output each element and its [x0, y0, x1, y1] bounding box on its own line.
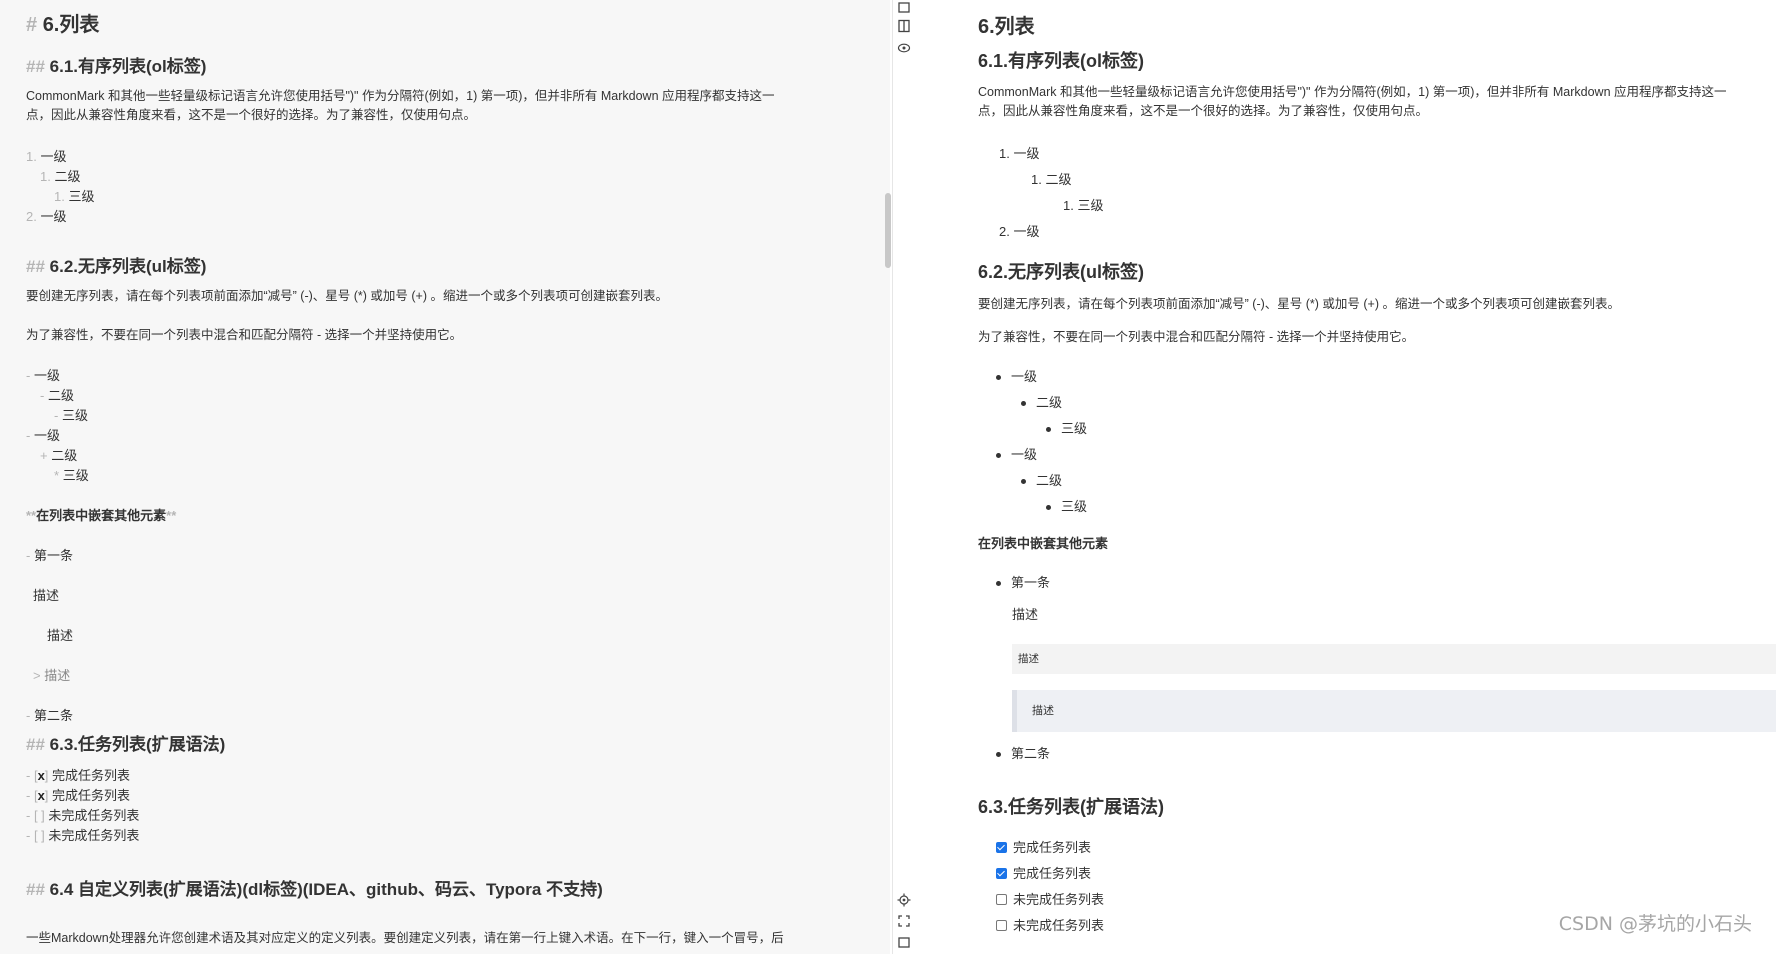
preview-icon[interactable]: [896, 40, 912, 56]
split-view-icon[interactable]: [896, 18, 912, 34]
editor-task-item[interactable]: - [x] 完成任务列表: [26, 785, 130, 804]
editor-ul-item[interactable]: - 一级: [26, 365, 60, 384]
editor-h1[interactable]: # 6.列表: [26, 8, 99, 37]
preview-code-block: 描述: [1012, 644, 1776, 674]
preview-h2-ordered-list: 6.1.有序列表(ol标签): [978, 51, 1145, 71]
editor-task-item[interactable]: - [ ] 未完成任务列表: [26, 805, 139, 824]
bullet-icon: [1021, 479, 1026, 485]
editor-paragraph-line[interactable]: 要创建无序列表，请在每个列表项前面添加“减号” (-)、星号 (*) 或加号 (…: [26, 286, 796, 306]
preview-ol-item: 1. 一级: [999, 146, 1040, 161]
preview-paragraph-line: 点，因此从兼容性角度来看，这不是一个很好的选择。为了兼容性，仅使用句点。: [978, 104, 1429, 118]
watermark: CSDN @茅坑的小石头: [1558, 913, 1752, 935]
preview-ol-item: 1. 三级: [1063, 198, 1104, 213]
editor-paragraph-line[interactable]: 点，因此从兼容性角度来看，这不是一个很好的选择。为了兼容性，仅使用句点。: [26, 105, 796, 125]
bullet-icon: [1046, 505, 1051, 511]
editor-ol-item[interactable]: 1. 一级: [26, 146, 66, 165]
preview-ul-item: 一级: [996, 444, 1037, 463]
editor-scroll-thumb[interactable]: [885, 193, 891, 268]
preview-text: 描述: [1012, 607, 1039, 622]
preview-task-item: 未完成任务列表: [996, 915, 1104, 934]
preview-ul-item: 二级: [1021, 392, 1062, 411]
checkbox-unchecked[interactable]: [996, 894, 1007, 906]
bottom-panel-icon[interactable]: [896, 934, 912, 950]
editor-ul-item[interactable]: - 三级: [54, 405, 88, 424]
bullet-icon: [1046, 427, 1051, 433]
editor-ul-item[interactable]: - 一级: [26, 425, 60, 444]
editor-ul-item[interactable]: - 二级: [40, 385, 74, 404]
bullet-icon: [996, 752, 1001, 758]
markdown-editor[interactable]: # 6.列表 ## 6.1.有序列表(ol标签) CommonMark 和其他一…: [0, 0, 890, 954]
preview-ul-item: 三级: [1046, 418, 1087, 437]
view-mode-toolbar: [892, 0, 915, 954]
preview-bold-text: 在列表中嵌套其他元素: [978, 536, 1109, 551]
bullet-icon: [996, 375, 1001, 381]
preview-ol-item: 1. 二级: [1031, 172, 1072, 187]
editor-code-line[interactable]: 描述: [47, 625, 73, 644]
editor-ol-item[interactable]: 1. 三级: [54, 186, 94, 205]
editor-ul-item[interactable]: - 第一条: [26, 545, 73, 564]
editor-only-icon[interactable]: [896, 0, 912, 16]
preview-paragraph-line: 为了兼容性，不要在同一个列表中混合和匹配分隔符 - 选择一个并坚持使用它。: [978, 330, 1415, 344]
editor-paragraph-line[interactable]: CommonMark 和其他一些轻量级标记语言允许您使用括号")" 作为分隔符(…: [26, 86, 796, 106]
editor-ul-item[interactable]: + 二级: [40, 445, 77, 464]
preview-task-item: 完成任务列表: [996, 863, 1091, 882]
preview-blockquote: 描述: [1012, 690, 1776, 732]
preview-ul-item: 第一条: [996, 572, 1050, 591]
bullet-icon: [996, 581, 1001, 587]
editor-task-item[interactable]: - [ ] 未完成任务列表: [26, 825, 139, 844]
checkbox-unchecked[interactable]: [996, 920, 1007, 932]
editor-paragraph-line[interactable]: 为了兼容性，不要在同一个列表中混合和匹配分隔符 - 选择一个并坚持使用它。: [26, 325, 796, 345]
editor-scrollbar[interactable]: [884, 0, 892, 954]
editor-h2-task-list[interactable]: ## 6.3.任务列表(扩展语法): [26, 730, 225, 755]
preview-ul-item: 第二条: [996, 743, 1050, 762]
preview-ul-item: 二级: [1021, 470, 1062, 489]
editor-ol-item[interactable]: 1. 二级: [40, 166, 80, 185]
preview-paragraph-line: 要创建无序列表，请在每个列表项前面添加“减号” (-)、星号 (*) 或加号 (…: [978, 297, 1620, 311]
preview-paragraph-line: CommonMark 和其他一些轻量级标记语言允许您使用括号")" 作为分隔符(…: [978, 85, 1727, 99]
locate-icon[interactable]: [896, 892, 912, 908]
markdown-preview: 6.列表 6.1.有序列表(ol标签) CommonMark 和其他一些轻量级标…: [915, 0, 1776, 954]
editor-h2-unordered-list[interactable]: ## 6.2.无序列表(ul标签): [26, 252, 206, 277]
editor-bold-line[interactable]: **在列表中嵌套其他元素**: [26, 505, 176, 524]
editor-text-line[interactable]: 描述: [33, 585, 59, 604]
editor-ul-item[interactable]: * 三级: [54, 465, 89, 484]
checkbox-checked[interactable]: [996, 842, 1007, 854]
preview-h2-task-list: 6.3.任务列表(扩展语法): [978, 797, 1165, 817]
checkbox-checked[interactable]: [996, 868, 1007, 880]
editor-ul-item[interactable]: - 第二条: [26, 705, 73, 724]
editor-h2-definition-list[interactable]: ## 6.4 自定义列表(扩展语法)(dl标签)(IDEA、github、码云、…: [26, 875, 603, 900]
editor-ol-item[interactable]: 2. 一级: [26, 206, 66, 225]
fullscreen-icon[interactable]: [896, 913, 912, 929]
preview-task-item: 完成任务列表: [996, 837, 1091, 856]
editor-paragraph-line[interactable]: 一些Markdown处理器允许您创建术语及其对应定义的定义列表。要创建定义列表，…: [26, 928, 796, 948]
editor-quote-line[interactable]: > 描述: [33, 665, 70, 684]
editor-h2-ordered-list[interactable]: ## 6.1.有序列表(ol标签): [26, 52, 206, 77]
preview-task-item: 未完成任务列表: [996, 889, 1104, 908]
editor-task-item[interactable]: - [x] 完成任务列表: [26, 765, 130, 784]
bullet-icon: [1021, 401, 1026, 407]
preview-ol-item: 2. 一级: [999, 224, 1040, 239]
preview-ul-item: 一级: [996, 366, 1037, 385]
preview-ul-item: 三级: [1046, 496, 1087, 515]
preview-h1: 6.列表: [978, 16, 1035, 38]
preview-h2-unordered-list: 6.2.无序列表(ul标签): [978, 262, 1145, 282]
bullet-icon: [996, 453, 1001, 459]
